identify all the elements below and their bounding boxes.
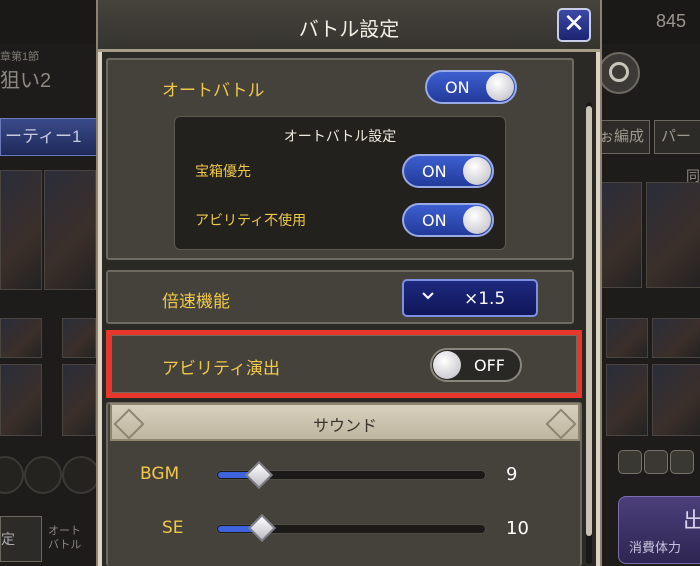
character-card <box>44 170 96 290</box>
stamina-cost-label: 消費体力 <box>629 540 682 555</box>
se-value: 10 <box>506 518 529 539</box>
no-ability-label: アビリティ不使用 <box>195 213 307 229</box>
search-icon <box>598 52 640 94</box>
status-icon <box>670 450 694 474</box>
equipment-slot <box>606 318 648 358</box>
treasure-priority-toggle[interactable]: ON <box>402 154 494 188</box>
sound-title: サウンド <box>312 416 377 435</box>
no-ability-toggle-label: ON <box>422 211 447 230</box>
speed-panel: 倍速機能 ×1.5 <box>106 270 574 324</box>
chevron-down-icon <box>420 287 436 308</box>
speed-value: ×1.5 <box>464 289 506 309</box>
auto-battle-settings-title: オートバトル設定 <box>283 129 397 145</box>
sound-header: サウンド <box>110 403 580 441</box>
dialog-header: バトル設定 ✕ <box>98 0 600 52</box>
slot-ring <box>24 456 62 494</box>
bgm-value: 9 <box>506 464 518 485</box>
auto-battle-button: オート バトル <box>48 525 82 551</box>
close-button[interactable]: ✕ <box>557 8 591 42</box>
party-button: パー <box>654 120 700 154</box>
toggle-knob <box>463 157 491 185</box>
equipment-slot <box>606 364 648 436</box>
start-button: 出 消費体力 <box>618 496 700 564</box>
equipment-slot <box>0 318 42 358</box>
auto-battle-panel: オートバトル ON オートバトル設定 宝箱優先 ON アビリティ不使用 ON <box>106 58 574 260</box>
bgm-label: BGM <box>140 464 180 484</box>
toggle-knob <box>486 73 514 101</box>
auto-battle-settings-panel: オートバトル設定 宝箱優先 ON アビリティ不使用 ON <box>174 116 506 250</box>
equipment-slot <box>652 364 700 436</box>
character-card <box>646 182 700 288</box>
equipment-slot <box>0 364 42 436</box>
stamina-counter: 845 <box>655 11 686 31</box>
start-button-label: 出 <box>683 508 700 533</box>
auto-battle-toggle[interactable]: ON <box>425 70 517 104</box>
status-icon <box>644 450 668 474</box>
slot-ring <box>0 456 24 494</box>
speed-label: 倍速機能 <box>162 292 230 312</box>
party-tab: ーティー1 <box>0 118 102 156</box>
treasure-priority-label: 宝箱優先 <box>195 164 251 180</box>
character-card <box>0 170 42 290</box>
equipment-slot <box>62 364 96 436</box>
reorganize-button: ぉ編成 <box>598 120 650 154</box>
equipment-slot <box>652 318 700 358</box>
close-icon: ✕ <box>563 9 585 39</box>
auto-battle-toggle-label: ON <box>445 78 470 97</box>
settings-button: 定 <box>0 516 42 562</box>
scrollbar-thumb[interactable] <box>586 106 592 536</box>
equipment-slot <box>62 318 96 358</box>
stage-title: 狙い2 <box>0 70 52 92</box>
character-card <box>600 182 642 288</box>
treasure-priority-toggle-label: ON <box>422 162 447 181</box>
auto-battle-label: オートバトル <box>162 81 265 101</box>
slot-ring <box>62 456 100 494</box>
chapter-label: 章第1節 <box>0 51 40 63</box>
se-label: SE <box>162 518 184 538</box>
speed-select[interactable]: ×1.5 <box>402 279 538 317</box>
no-ability-toggle[interactable]: ON <box>402 203 494 237</box>
toggle-knob <box>463 206 491 234</box>
dialog-title: バトル設定 <box>298 17 400 41</box>
highlight-box <box>106 330 582 398</box>
status-icon <box>618 450 642 474</box>
